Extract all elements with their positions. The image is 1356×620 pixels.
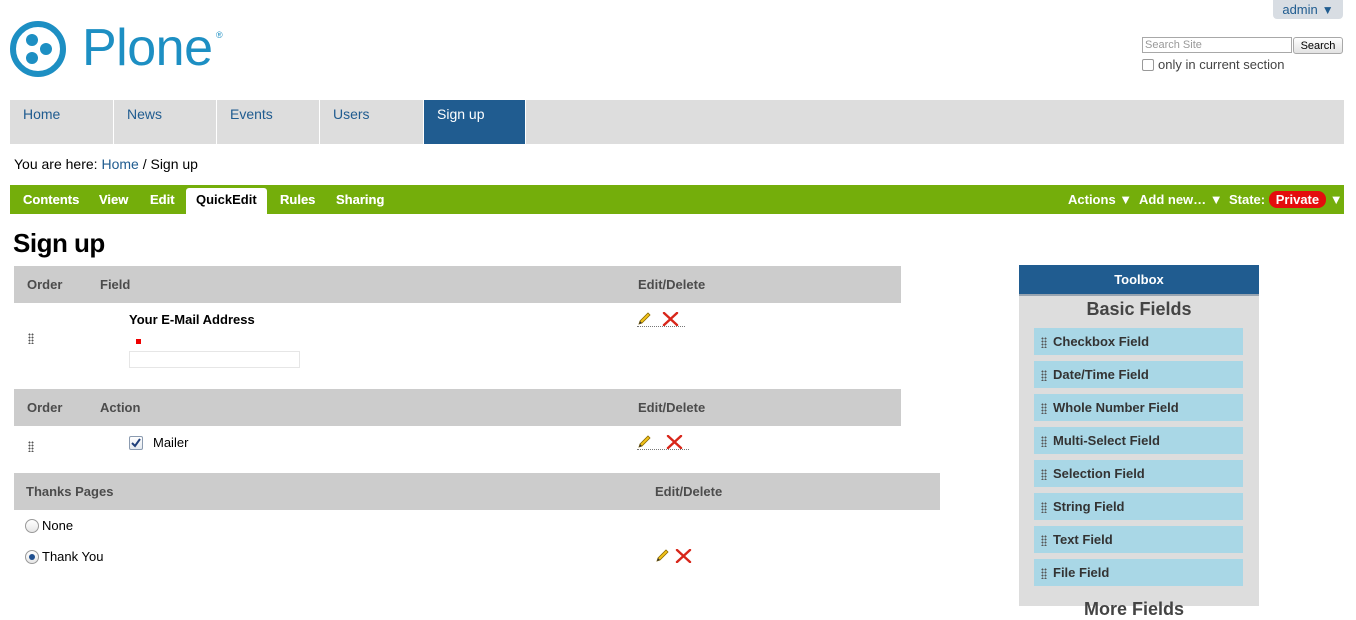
toolbox-item-label: Whole Number Field — [1053, 400, 1179, 415]
action-underline — [637, 326, 685, 328]
required-marker-icon — [136, 339, 141, 344]
breadcrumb-separator: / — [142, 156, 147, 172]
toolbox-item-selection-field[interactable]: Selection Field — [1034, 460, 1243, 487]
toolbox-item-label: String Field — [1053, 499, 1125, 514]
drag-handle-icon — [1041, 337, 1047, 348]
breadcrumb-home-link[interactable]: Home — [101, 156, 138, 172]
column-header-thanks-pages: Thanks Pages — [26, 484, 114, 499]
toolbox-item-whole-number-field[interactable]: Whole Number Field — [1034, 394, 1243, 421]
drag-handle-icon — [1041, 436, 1047, 447]
user-menu[interactable]: admin ▼ — [1273, 0, 1343, 19]
column-header-edit-delete: Edit/Delete — [638, 277, 706, 292]
nav-item-sign-up[interactable]: Sign up — [424, 100, 526, 144]
toolbox-item-label: Text Field — [1053, 532, 1113, 547]
nav-item-home[interactable]: Home — [10, 100, 114, 144]
drag-handle-icon — [1041, 502, 1047, 513]
search-scope-label: only in current section — [1158, 57, 1285, 72]
toolbox-item-label: File Field — [1053, 565, 1110, 580]
mailer-label: Mailer — [153, 435, 189, 450]
state-menu[interactable]: State: Private ▼ — [1229, 185, 1343, 214]
tab-view[interactable]: View — [99, 185, 128, 214]
tab-rules[interactable]: Rules — [280, 185, 315, 214]
thanks-thank-you-label: Thank You — [42, 549, 104, 564]
tab-sharing[interactable]: Sharing — [336, 185, 384, 214]
drag-handle-icon[interactable] — [28, 441, 34, 452]
pencil-icon[interactable] — [655, 549, 671, 563]
drag-handle-icon — [1041, 403, 1047, 414]
toolbox-item-file-field[interactable]: File Field — [1034, 559, 1243, 586]
add-new-menu[interactable]: Add new… ▼ — [1139, 185, 1223, 214]
search-input[interactable] — [1142, 37, 1292, 53]
toolbox-item-label: Multi-Select Field — [1053, 433, 1160, 448]
column-header-edit-delete: Edit/Delete — [638, 400, 706, 415]
page-title: Sign up — [13, 228, 105, 258]
actions-menu[interactable]: Actions ▼ — [1068, 185, 1132, 214]
search-button[interactable]: Search — [1293, 37, 1343, 54]
drag-handle-icon[interactable] — [28, 333, 34, 344]
toolbox-panel: Toolbox Basic Fields Checkbox Field Date… — [1019, 265, 1259, 619]
global-nav: Home News Events Users Sign up — [10, 100, 1344, 144]
mailer-checkbox[interactable] — [129, 436, 143, 450]
action-underline — [637, 449, 689, 451]
search-scope-option[interactable]: only in current section — [1142, 57, 1284, 72]
toolbox-header: Toolbox — [1019, 265, 1259, 296]
thanks-none-radio[interactable] — [25, 519, 39, 533]
state-badge: Private — [1268, 191, 1327, 208]
plone-logo-icon[interactable] — [10, 18, 72, 80]
nav-item-news[interactable]: News — [114, 100, 217, 144]
drag-handle-icon — [1041, 370, 1047, 381]
user-menu-label: admin — [1282, 2, 1318, 17]
drag-handle-icon — [1041, 568, 1047, 579]
toolbox-section-title: Basic Fields — [1086, 299, 1192, 319]
thanks-table-header: Thanks Pages Edit/Delete — [14, 473, 940, 510]
toolbox-section-title-more: More Fields — [1084, 599, 1185, 619]
delete-icon[interactable] — [666, 435, 683, 449]
drag-handle-icon — [1041, 535, 1047, 546]
actions-table-header: Order Action Edit/Delete — [14, 389, 901, 426]
chevron-down-icon: ▼ — [1329, 192, 1343, 207]
delete-icon[interactable] — [675, 549, 692, 563]
fields-table-header: Order Field Edit/Delete — [14, 266, 901, 303]
tab-quickedit[interactable]: QuickEdit — [186, 188, 267, 214]
pencil-icon[interactable] — [637, 312, 653, 326]
state-label: State: — [1229, 192, 1266, 207]
column-header-action: Action — [100, 400, 141, 415]
toolbox-item-text-field[interactable]: Text Field — [1034, 526, 1243, 553]
toolbox-item-label: Checkbox Field — [1053, 334, 1150, 349]
tab-edit[interactable]: Edit — [150, 185, 175, 214]
search-scope-checkbox[interactable] — [1142, 58, 1154, 71]
toolbox-item-checkbox-field[interactable]: Checkbox Field — [1034, 328, 1243, 355]
chevron-down-icon: ▼ — [1321, 2, 1334, 17]
column-header-edit-delete: Edit/Delete — [655, 484, 723, 499]
toolbox-item-date-time-field[interactable]: Date/Time Field — [1034, 361, 1243, 388]
breadcrumb-prefix: You are here: — [14, 156, 98, 172]
logo-wordmark[interactable]: Plone — [82, 17, 213, 79]
breadcrumb: You are here: Home / Sign up — [14, 156, 198, 172]
column-header-field: Field — [100, 277, 131, 292]
column-header-order: Order — [27, 400, 63, 415]
content-toolbar: Contents View Edit QuickEdit Rules Shari… — [10, 185, 1344, 214]
toolbox-item-string-field[interactable]: String Field — [1034, 493, 1243, 520]
breadcrumb-current: Sign up — [150, 156, 198, 172]
drag-handle-icon — [1041, 469, 1047, 480]
checkmark-icon — [131, 438, 141, 448]
toolbox-item-label: Date/Time Field — [1053, 367, 1149, 382]
thanks-thank-you-radio[interactable] — [25, 550, 39, 564]
tab-contents[interactable]: Contents — [23, 185, 79, 214]
email-field[interactable] — [129, 351, 300, 368]
thanks-none-label: None — [42, 518, 74, 533]
registered-mark: ® — [216, 30, 223, 40]
toolbox-item-multi-select-field[interactable]: Multi-Select Field — [1034, 427, 1243, 454]
field-label: Your E-Mail Address — [129, 312, 255, 327]
pencil-icon[interactable] — [637, 435, 653, 449]
delete-icon[interactable] — [662, 312, 679, 326]
nav-item-events[interactable]: Events — [217, 100, 320, 144]
column-header-order: Order — [27, 277, 63, 292]
toolbox-item-label: Selection Field — [1053, 466, 1145, 481]
nav-item-users[interactable]: Users — [320, 100, 424, 144]
